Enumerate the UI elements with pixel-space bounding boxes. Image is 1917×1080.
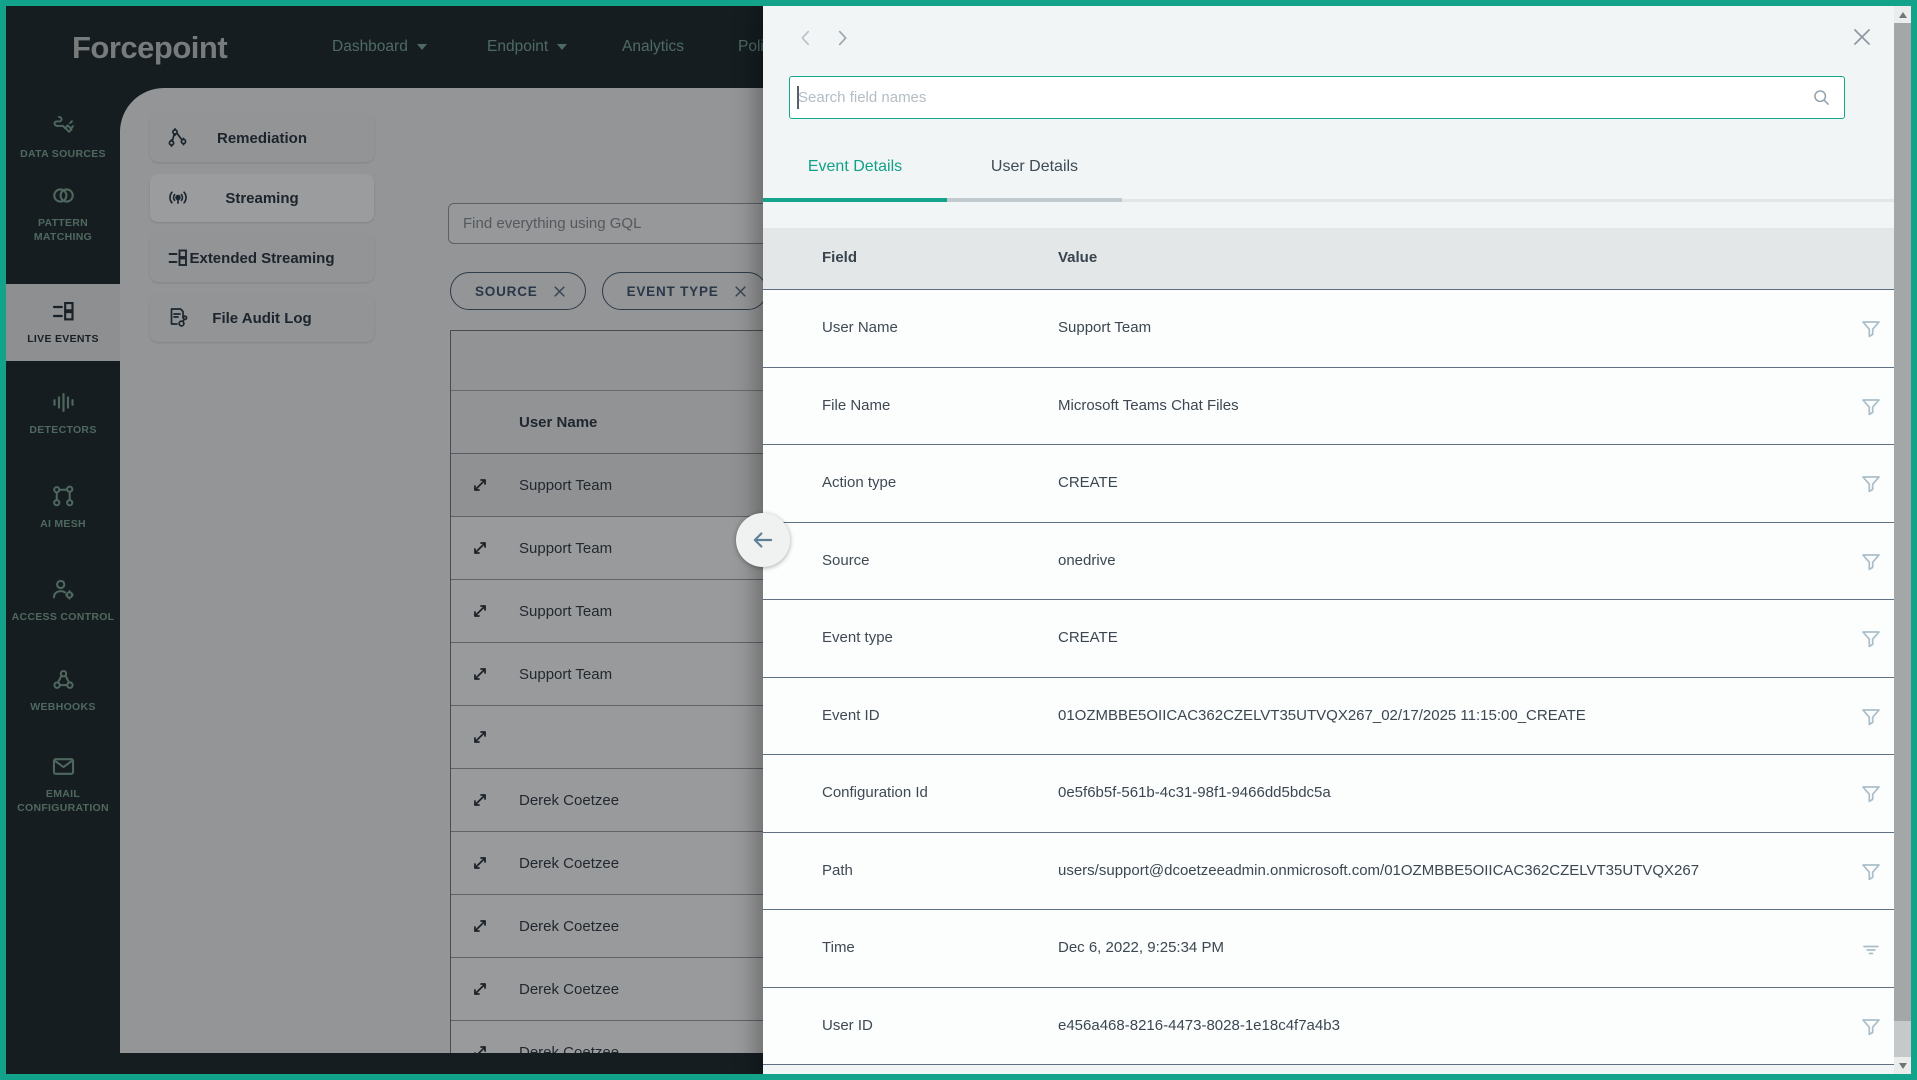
filter-funnel-icon[interactable] [1859,472,1883,496]
field-name: Configuration Id [822,784,928,801]
filter-funnel-icon[interactable] [1859,782,1883,806]
field-name: User Name [822,319,898,336]
field-name: Event ID [822,706,880,724]
filter-funnel-icon[interactable] [1859,550,1883,574]
event-detail-drawer: Event Details User Details Field Value Us… [736,6,1911,1074]
field-name: Time [822,939,855,956]
vertical-scrollbar[interactable] [1894,6,1911,1074]
field-name: Event type [822,629,893,646]
field-value: users/support@dcoetzeeadmin.onmicrosoft.… [1058,861,1700,879]
field-name: User ID [822,1016,873,1034]
field-row: Source onedrive [763,523,1911,600]
next-event-icon[interactable] [831,26,853,50]
drawer-tabs: Event Details User Details [763,136,1911,202]
filter-funnel-icon[interactable] [1859,705,1883,729]
scroll-up-button[interactable] [1894,6,1911,23]
field-table-rows: User Name Support Team File Name Microsoft … [763,290,1911,1065]
search-icon [1811,87,1832,108]
field-name: File Name [822,396,891,414]
tabs-divider [1122,199,1911,202]
field-row: Configuration Id 0e5f6b5f-561b-4c31-98f1-… [763,755,1911,833]
close-icon[interactable] [1849,24,1875,50]
tab-user-details[interactable]: User Details [947,136,1122,198]
inactive-tab-underline [947,198,1122,202]
scroll-down-button[interactable] [1894,1057,1911,1074]
field-value: 0e5f6b5f-561b-4c31-98f1-9466dd5bdc5a [1058,784,1331,801]
filter-sort-icon[interactable] [1859,937,1883,961]
field-value: onedrive [1058,551,1116,569]
field-value: 01OZMBBE5OIICAC362CZELVT35UTVQX267_02/17… [1058,706,1586,724]
field-value: Dec 6, 2022, 9:25:34 PM [1058,939,1224,956]
value-column-header: Value [1058,249,1098,266]
field-search [789,76,1845,119]
field-table-header: Field Value [763,228,1911,290]
modal-dim-overlay [6,6,763,1074]
field-value: CREATE [1058,629,1118,646]
field-row: Action type CREATE [763,445,1911,523]
filter-funnel-icon[interactable] [1859,395,1883,419]
tab-label: User Details [990,158,1079,175]
filter-funnel-icon[interactable] [1859,317,1883,341]
field-value: Support Team [1058,319,1152,336]
field-name: Source [822,551,870,569]
field-row: Time Dec 6, 2022, 9:25:34 PM [763,910,1911,988]
filter-funnel-icon[interactable] [1859,627,1883,651]
field-row: User ID e456a468-8216-4473-8028-1e18c4f7a… [763,988,1911,1065]
triangle-down-icon [1898,1062,1907,1069]
field-row: Path users/support@dcoetzeeadmin.onmicros… [763,833,1911,910]
page: Forcepoint Dashboard Endpoint Analytics Pol… [0,0,1917,1080]
field-column-header: Field [822,249,858,266]
field-row: File Name Microsoft Teams Chat Files [763,368,1911,445]
tab-label: Event Details [807,158,903,175]
arrow-left-icon [750,527,776,553]
filter-funnel-icon[interactable] [1859,860,1883,884]
tab-event-details[interactable]: Event Details [763,136,947,198]
field-row: Event type CREATE [763,600,1911,678]
field-value: Microsoft Teams Chat Files [1058,396,1239,414]
previous-event-icon[interactable] [795,26,817,50]
collapse-drawer-button[interactable] [736,513,790,567]
field-value: e456a468-8216-4473-8028-1e18c4f7a4b3 [1058,1016,1340,1034]
field-row: User Name Support Team [763,290,1911,368]
scrollbar-thumb[interactable] [1894,23,1911,1021]
filter-funnel-icon[interactable] [1859,1015,1883,1039]
field-value: CREATE [1058,474,1118,491]
app-window: Forcepoint Dashboard Endpoint Analytics Pol… [6,6,1911,1074]
field-search-input[interactable] [790,77,1844,118]
field-name: Action type [822,474,897,491]
triangle-up-icon [1898,11,1907,18]
field-name: Path [822,861,853,879]
field-row: Event ID 01OZMBBE5OIICAC362CZELVT35UTVQX2… [763,678,1911,755]
active-tab-underline [763,198,947,202]
